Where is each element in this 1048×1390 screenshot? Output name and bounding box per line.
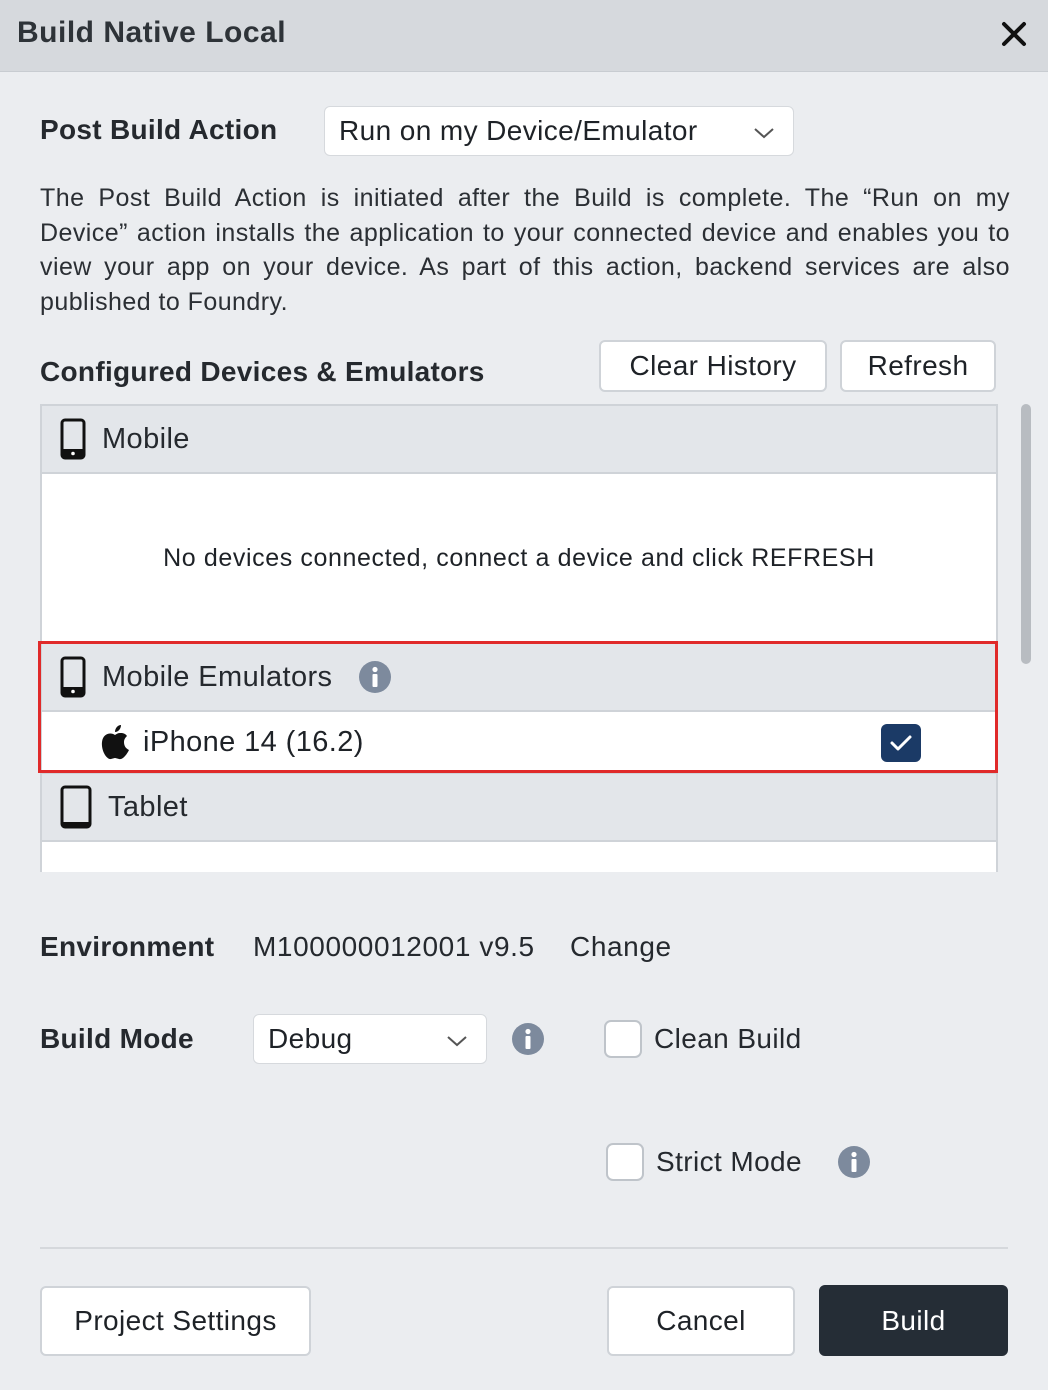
post-build-description: The Post Build Action is initiated after… [40,184,1010,316]
post-build-action-value: Run on my Device/Emulator [339,115,698,146]
no-devices-message: No devices connected, connect a device a… [163,544,875,572]
tablet-icon [60,785,92,829]
close-button[interactable] [994,14,1034,54]
chevron-down-icon [446,1023,468,1055]
environment-label: Environment [40,931,215,962]
build-button[interactable]: Build [819,1285,1008,1356]
device-list: Mobile No devices connected, connect a d… [40,404,998,872]
clean-build-label[interactable]: Clean Build [654,1023,802,1055]
group-header-tablet[interactable]: Tablet [42,774,996,842]
clear-history-button[interactable]: Clear History [599,340,827,392]
dialog-title: Build Native Local [17,16,287,49]
chevron-down-icon [753,115,775,147]
build-mode-select[interactable]: Debug [253,1014,487,1064]
checkmark-icon [889,733,913,753]
footer-divider [40,1247,1008,1249]
info-icon[interactable] [511,1022,545,1056]
device-select-checkbox[interactable] [881,724,921,762]
group-header-mobile[interactable]: Mobile [42,406,996,474]
group-label: Tablet [108,790,188,823]
mobile-phone-icon [60,418,86,460]
apple-icon [99,723,131,761]
build-mode-label: Build Mode [40,1023,194,1054]
change-environment-link[interactable]: Change [570,931,672,963]
strict-mode-label[interactable]: Strict Mode [656,1146,802,1178]
device-name: iPhone 14 (16.2) [143,725,364,758]
refresh-button[interactable]: Refresh [840,340,996,392]
post-build-action-label: Post Build Action [40,114,278,145]
mobile-phone-icon [60,656,86,698]
device-row-iphone-14[interactable]: iPhone 14 (16.2) [42,712,996,774]
close-icon [1001,21,1027,47]
group-label: Mobile [102,422,190,455]
build-mode-value: Debug [268,1023,353,1054]
post-build-action-select[interactable]: Run on my Device/Emulator [324,106,794,156]
configured-devices-label: Configured Devices & Emulators [40,356,485,387]
group-label: Mobile Emulators [102,660,333,693]
cancel-button[interactable]: Cancel [607,1286,795,1356]
info-icon[interactable] [358,660,392,694]
title-bar: Build Native Local [0,0,1048,72]
strict-mode-checkbox[interactable] [606,1143,644,1181]
group-header-mobile-emulators[interactable]: Mobile Emulators [42,644,996,712]
project-settings-button[interactable]: Project Settings [40,1286,311,1356]
clean-build-checkbox[interactable] [604,1020,642,1058]
environment-value: M100000012001 v9.5 [253,931,535,962]
info-icon[interactable] [837,1145,871,1179]
device-list-scrollbar[interactable] [1021,404,1031,664]
build-native-local-dialog: Build Native Local Post Build Action Run… [0,0,1048,1390]
